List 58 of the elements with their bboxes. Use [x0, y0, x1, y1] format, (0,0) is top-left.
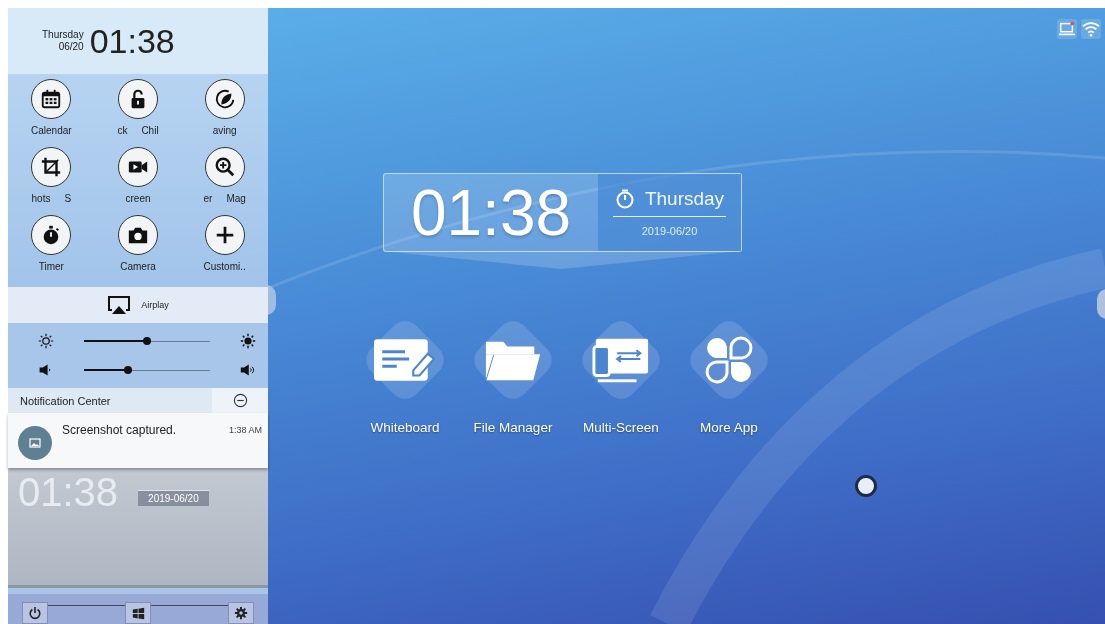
tile-label: Timer	[38, 261, 64, 272]
tile-label: creen	[125, 193, 151, 204]
stopwatch-icon	[614, 189, 635, 209]
settings-button[interactable]	[228, 602, 254, 624]
crop-icon[interactable]	[31, 147, 72, 187]
stopwatch-icon[interactable]	[31, 215, 72, 255]
file-manager-app[interactable]: File Manager	[464, 314, 562, 435]
notification-center-title: Notification Center	[19, 393, 112, 409]
tile-label: er	[203, 193, 213, 204]
tile-label: Customi..	[203, 261, 246, 272]
windows-icon	[131, 606, 145, 620]
slider-thumb[interactable]	[143, 336, 151, 345]
camera-icon[interactable]	[118, 215, 158, 255]
wifi-icon	[1081, 19, 1101, 39]
multi-screen-app[interactable]: Multi-Screen	[572, 314, 670, 435]
laptop-icon[interactable]	[1057, 19, 1077, 39]
tile-label: Calendar	[31, 125, 72, 136]
tile-label: Chil	[141, 125, 159, 136]
four-petal-icon	[705, 336, 753, 384]
gear-icon	[234, 606, 248, 620]
tile-label: Mag	[226, 193, 246, 204]
power-icon	[28, 606, 42, 620]
video-camera-icon[interactable]	[118, 147, 158, 187]
zoom-icon[interactable]	[204, 147, 245, 187]
date-text: 06/20	[58, 41, 84, 53]
date-text: 2019-06/20	[641, 225, 698, 237]
leaf-icon[interactable]	[204, 79, 245, 119]
more-apps-app[interactable]: More App	[680, 314, 778, 435]
collapse-button[interactable]	[212, 388, 268, 413]
whiteboard-app[interactable]: Whiteboard	[356, 314, 454, 435]
bright-sun-icon	[240, 333, 256, 349]
notification-text[interactable]: Screenshot captured.	[62, 423, 219, 437]
clock-time: 01:38	[89, 21, 175, 61]
windows-button[interactable]	[125, 602, 151, 624]
tile-label: aving	[212, 125, 237, 136]
tile-label: hots	[31, 193, 51, 204]
preview-date: 2019-06/20	[138, 490, 209, 506]
image-icon	[18, 426, 52, 460]
tile-label: ck	[117, 125, 128, 136]
power-button[interactable]	[22, 602, 48, 624]
weekday-text: Thursday	[42, 29, 84, 41]
minus-circle-icon	[232, 393, 248, 408]
multi-screen-icon	[592, 336, 650, 384]
airplay-label: Airplay	[141, 300, 169, 310]
calendar-icon[interactable]	[31, 79, 72, 119]
airplay-icon[interactable]	[107, 295, 132, 315]
plus-icon[interactable]	[204, 215, 245, 255]
whiteboard-icon	[374, 337, 436, 383]
notification-time: 1:38 AM	[228, 425, 262, 435]
padlock-icon[interactable]	[118, 79, 158, 119]
floating-ball[interactable]	[855, 475, 877, 497]
tile-label: Camera	[120, 261, 156, 272]
dim-sun-icon	[38, 333, 54, 349]
slider-thumb[interactable]	[124, 365, 133, 374]
speaker-high-icon	[240, 362, 256, 378]
clock-time: 01:38	[409, 175, 573, 251]
tile-label: S	[64, 193, 72, 204]
weekday-text: Thursday	[644, 188, 725, 210]
